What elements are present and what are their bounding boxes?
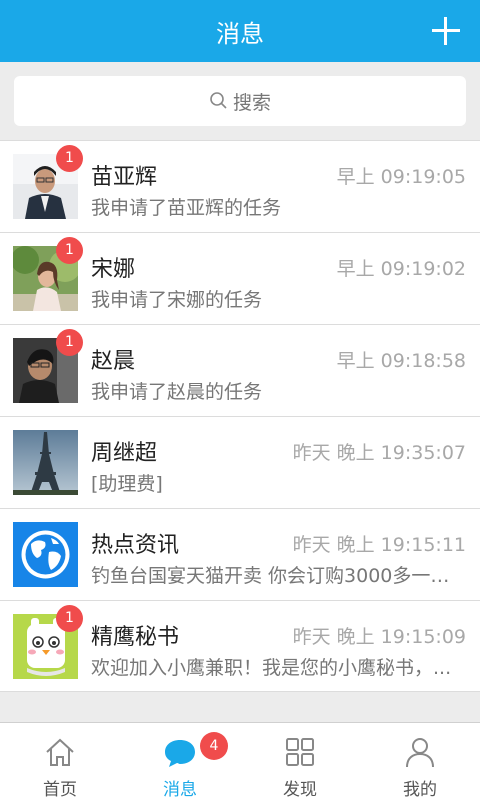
tab-discover[interactable]: 发现 [240,723,360,800]
message-time: 早上 09:19:02 [336,258,466,280]
message-time: 昨天 晚上 19:15:11 [292,534,466,556]
contact-name: 精鹰秘书 [91,625,180,650]
contact-name: 赵晨 [91,349,136,374]
tab-unread-badge: 4 [200,732,228,760]
tab-label: 首页 [43,780,77,800]
conversation-list: 1 苗亚辉 早上 09:19:05 我申请了苗亚辉的任务 1 宋娜 早上 09:… [0,140,480,692]
bottom-tab-bar: 首页 4 消息 发现 我的 [0,722,480,800]
message-preview: 钓鱼台国宴天猫开卖 你会订购3000多一份... [91,565,456,587]
message-time: 昨天 晚上 19:15:09 [292,626,466,648]
unread-badge: 1 [56,145,83,172]
unread-badge: 1 [56,237,83,264]
contact-name: 热点资讯 [91,533,180,558]
conversation-item[interactable]: 热点资讯 昨天 晚上 19:15:11 钓鱼台国宴天猫开卖 你会订购3000多一… [0,508,480,600]
message-preview: [助理费] [91,473,163,495]
conversation-item[interactable]: 周继超 昨天 晚上 19:35:07 [助理费] [0,416,480,508]
search-area: 搜索 [0,62,480,140]
search-input[interactable]: 搜索 [14,76,466,126]
message-time: 早上 09:18:58 [336,350,466,372]
grid-icon [286,738,314,766]
home-icon [46,738,74,766]
unread-badge: 1 [56,329,83,356]
conversation-item[interactable]: 1 精鹰秘书 昨天 晚上 19:15:09 欢迎加入小鹰兼职！我是您的小鹰秘书，… [0,600,480,692]
page-title: 消息 [216,19,264,48]
tab-messages[interactable]: 4 消息 [120,723,240,800]
tab-label: 消息 [163,780,197,800]
top-bar: 消息 [0,0,480,62]
conversation-item[interactable]: 1 赵晨 早上 09:18:58 我申请了赵晨的任务 [0,324,480,416]
conversation-item[interactable]: 1 宋娜 早上 09:19:02 我申请了宋娜的任务 [0,232,480,324]
contact-name: 周继超 [91,441,158,466]
search-icon [210,92,227,109]
contact-name: 苗亚辉 [91,165,158,190]
globe-icon [13,522,78,587]
tab-profile[interactable]: 我的 [360,723,480,800]
message-time: 早上 09:19:05 [336,166,466,188]
message-time: 昨天 晚上 19:35:07 [292,442,466,464]
conversation-item[interactable]: 1 苗亚辉 早上 09:19:05 我申请了苗亚辉的任务 [0,140,480,232]
tab-label: 我的 [403,780,437,800]
tab-label: 发现 [283,780,317,800]
message-preview: 我申请了赵晨的任务 [91,381,263,403]
contact-name: 宋娜 [91,257,136,282]
message-preview: 我申请了苗亚辉的任务 [91,197,282,219]
search-placeholder: 搜索 [232,91,271,114]
tab-home[interactable]: 首页 [0,723,120,800]
chat-icon [165,740,195,767]
unread-badge: 1 [56,605,83,632]
avatar [13,430,78,495]
person-icon [406,738,434,768]
message-preview: 欢迎加入小鹰兼职！我是您的小鹰秘书，... [91,657,452,679]
message-preview: 我申请了宋娜的任务 [91,289,263,311]
add-icon[interactable] [428,13,464,49]
